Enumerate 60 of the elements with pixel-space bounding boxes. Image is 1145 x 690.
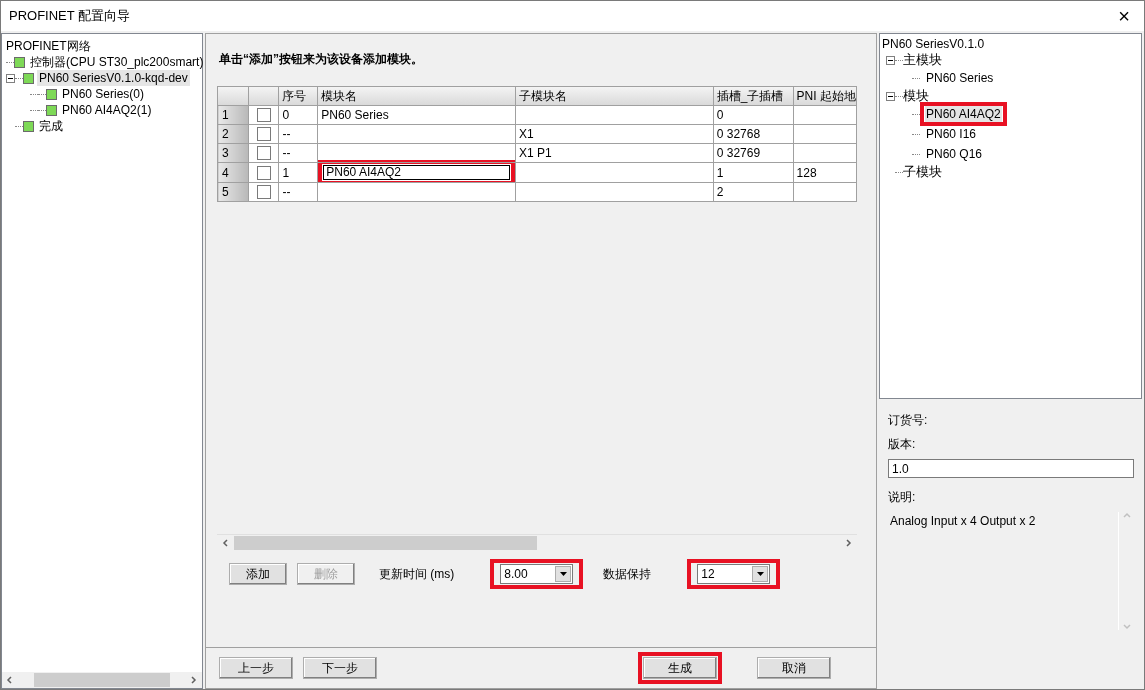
horizontal-scrollbar[interactable] (217, 534, 857, 551)
tree-item[interactable]: 模块 (903, 88, 929, 104)
tree-item[interactable]: 完成 (37, 118, 65, 134)
version-label: 版本: (888, 436, 917, 453)
column-header[interactable]: PNI 起始地 (793, 86, 857, 106)
table-cell-text: PN60 Series (320, 108, 389, 122)
tree-item[interactable]: 子模块 (903, 164, 942, 180)
description-label: 说明: (888, 489, 917, 506)
scroll-right-icon[interactable] (844, 539, 853, 547)
checkbox[interactable] (256, 146, 271, 160)
tree-item[interactable]: 主模块 (903, 52, 942, 68)
tree-root: PROFINET网络 (6, 38, 92, 54)
collapse-icon[interactable] (6, 73, 15, 83)
tree-item[interactable]: PN60 Series(0) (60, 86, 147, 102)
collapse-icon[interactable] (886, 91, 895, 101)
checkbox[interactable] (256, 185, 271, 199)
button[interactable]: 生成 (643, 657, 717, 679)
tree-item[interactable]: 控制器(CPU ST30_plc200smart) (28, 54, 206, 70)
scroll-left-icon[interactable] (221, 539, 230, 547)
horizontal-scrollbar[interactable] (2, 672, 202, 688)
scroll-left-icon[interactable] (6, 676, 14, 684)
button[interactable]: 添加 (229, 563, 287, 585)
tree-item[interactable]: PN60 Series (925, 70, 995, 86)
checkbox[interactable] (256, 127, 271, 141)
node-icon (14, 56, 25, 68)
column-header[interactable]: 序号 (278, 86, 318, 106)
setting-label: 更新时间 (ms) (379, 566, 455, 583)
button[interactable]: 上一步 (219, 657, 293, 679)
caret-icon (752, 566, 769, 582)
scroll-right-icon[interactable] (190, 676, 198, 684)
order-number-label: 订货号: (888, 412, 929, 429)
dropdown[interactable]: 8.00 (500, 564, 574, 584)
column-header[interactable]: 模块名 (317, 86, 516, 106)
button[interactable]: 下一步 (303, 657, 377, 679)
node-icon (23, 120, 34, 132)
tree-item[interactable]: PN60 AI4AQ2 (925, 106, 1002, 122)
caret-icon (555, 566, 572, 582)
instruction-text: 单击“添加”按钮来为该设备添加模块。 (218, 51, 424, 68)
button[interactable]: 取消 (757, 657, 831, 679)
tree-item[interactable]: PN60 I16 (925, 126, 978, 142)
tree-item[interactable]: PN60 SeriesV0.1.0-kqd-dev (37, 70, 190, 86)
checkbox[interactable] (256, 108, 271, 122)
column-header[interactable]: 子模块名 (515, 86, 714, 106)
version-field[interactable]: 1.0 (888, 459, 1134, 478)
row-header[interactable]: 4 (217, 162, 249, 183)
tree-item[interactable]: PN60 AI4AQ2(1) (60, 102, 154, 118)
collapse-icon[interactable] (886, 55, 895, 65)
node-icon (23, 72, 34, 84)
close-button[interactable]: × (1104, 1, 1144, 31)
node-icon (46, 88, 57, 100)
window-title: PROFINET 配置向导 (9, 7, 131, 26)
cell-editor[interactable]: PN60 AI4AQ2 (323, 165, 511, 180)
tree-item[interactable]: PN60 Q16 (925, 146, 984, 162)
dropdown[interactable]: 12 (697, 564, 771, 584)
checkbox[interactable] (256, 165, 271, 180)
setting-label: 数据保持 (603, 566, 652, 583)
column-header[interactable]: 插槽_子插槽 (713, 86, 794, 106)
tree-root: PN60 SeriesV0.1.0 (882, 36, 986, 52)
description-text: Analog Input x 4 Output x 2 (889, 513, 1037, 530)
node-icon (46, 104, 57, 116)
